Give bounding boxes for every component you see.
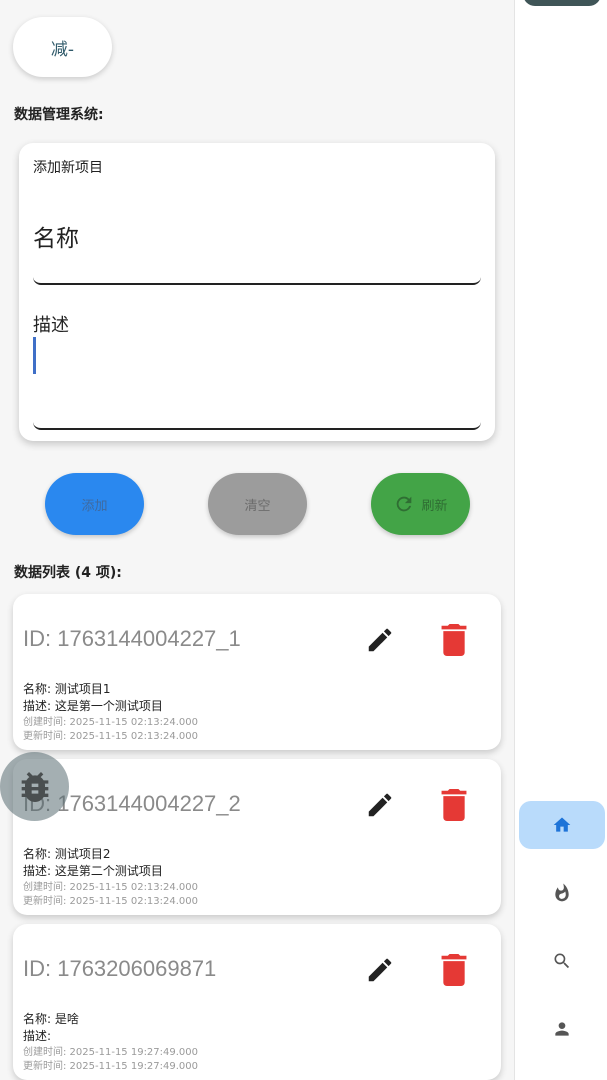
item-name: 名称: 是啥	[23, 1012, 79, 1026]
delete-icon[interactable]	[441, 624, 467, 656]
add-button[interactable]: 添加	[45, 473, 144, 535]
edit-icon[interactable]	[365, 955, 395, 985]
home-icon	[553, 817, 571, 832]
edit-icon[interactable]	[365, 625, 395, 655]
item-created: 创建时间: 2025-11-15 02:13:24.000	[23, 882, 199, 893]
nav-search[interactable]	[519, 937, 605, 985]
add-item-form: 添加新项目 名称 描述	[19, 143, 495, 441]
list-item: ID: 1763144004227_2 名称: 测试项目2 描述: 这是第二个测…	[13, 759, 501, 915]
delete-icon[interactable]	[441, 954, 467, 986]
clear-button[interactable]: 清空	[208, 473, 307, 535]
list-title: 数据列表 (4 项):	[14, 565, 122, 581]
item-updated: 更新时间: 2025-11-15 02:13:24.000	[23, 896, 199, 907]
delete-icon[interactable]	[441, 789, 467, 821]
item-created: 创建时间: 2025-11-15 19:27:49.000	[23, 1047, 199, 1058]
form-heading: 添加新项目	[33, 160, 103, 176]
bug-icon	[21, 771, 48, 802]
item-updated: 更新时间: 2025-11-15 19:27:49.000	[23, 1061, 199, 1072]
description-input-label: 描述	[33, 315, 69, 336]
text-cursor	[33, 337, 36, 374]
decrement-button[interactable]: 减-	[13, 17, 112, 77]
description-input[interactable]: 描述	[33, 303, 481, 430]
clear-button-label: 清空	[244, 498, 271, 514]
main-content: 减- 数据管理系统: 添加新项目 名称 描述 添加 清空 刷新 数据列表 (4 …	[0, 0, 514, 1080]
item-description: 描述:	[23, 1029, 52, 1043]
add-button-label: 添加	[81, 498, 108, 514]
refresh-icon	[397, 496, 412, 512]
name-input-label: 名称	[33, 226, 79, 252]
search-icon	[554, 953, 570, 969]
top-indicator	[523, 0, 601, 6]
item-name: 名称: 测试项目2	[23, 847, 111, 861]
nav-home[interactable]	[519, 801, 605, 849]
refresh-button-label: 刷新	[421, 498, 448, 514]
nav-profile[interactable]	[519, 1005, 605, 1053]
item-updated: 更新时间: 2025-11-15 02:13:24.000	[23, 731, 199, 742]
system-title: 数据管理系统:	[14, 107, 104, 123]
navigation-rail	[514, 0, 607, 1080]
list-item: ID: 1763206069871 名称: 是啥 描述: 创建时间: 2025-…	[13, 924, 501, 1080]
decrement-label: 减-	[50, 39, 75, 60]
fire-icon	[555, 883, 569, 902]
item-name: 名称: 测试项目1	[23, 682, 111, 696]
refresh-button[interactable]: 刷新	[371, 473, 470, 535]
item-created: 创建时间: 2025-11-15 02:13:24.000	[23, 717, 199, 728]
item-id: ID: 1763206069871	[23, 956, 217, 981]
item-id: ID: 1763144004227_1	[23, 626, 241, 651]
item-description: 描述: 这是第一个测试项目	[23, 699, 163, 713]
name-input[interactable]: 名称	[33, 203, 481, 285]
list-item: ID: 1763144004227_1 名称: 测试项目1 描述: 这是第一个测…	[13, 594, 501, 750]
item-description: 描述: 这是第二个测试项目	[23, 864, 163, 878]
nav-hot[interactable]	[519, 869, 605, 917]
edit-icon[interactable]	[365, 790, 395, 820]
debug-button[interactable]	[0, 752, 69, 821]
person-icon	[555, 1022, 569, 1036]
